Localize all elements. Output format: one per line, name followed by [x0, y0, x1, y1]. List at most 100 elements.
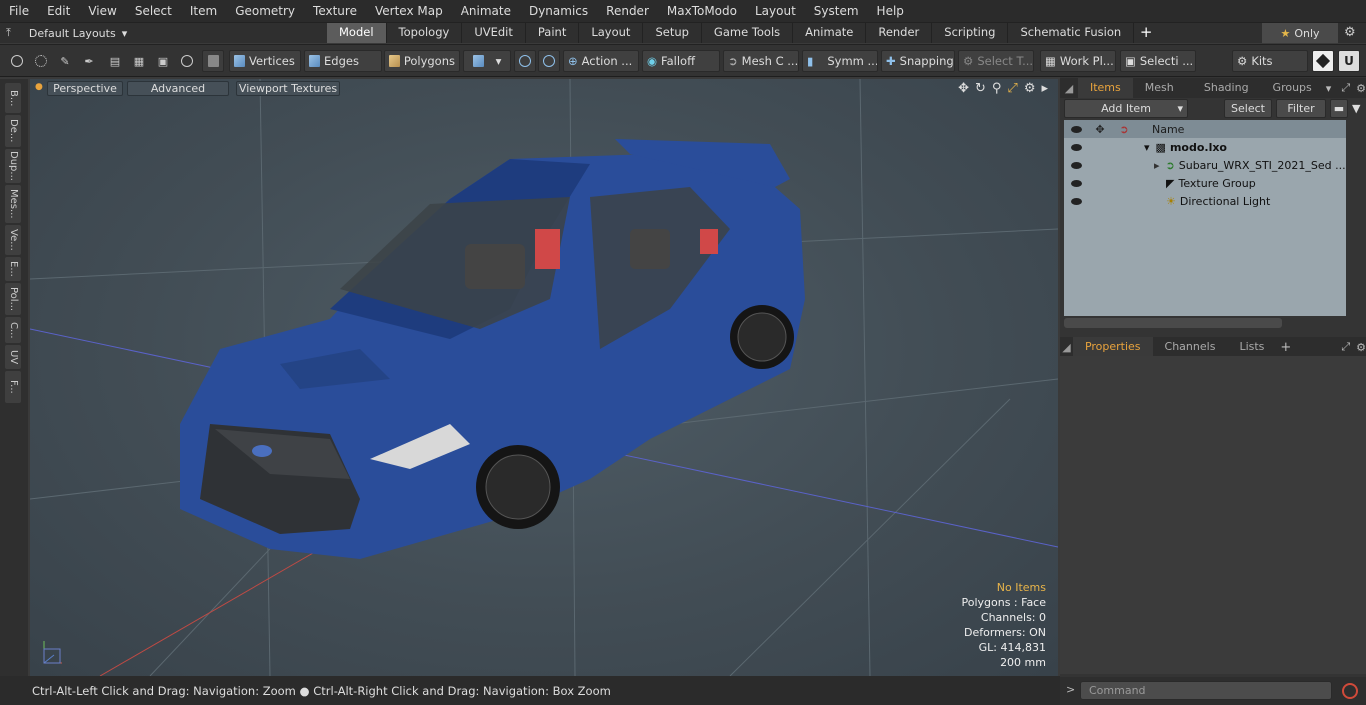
gear-icon[interactable]: ⚙ [1356, 82, 1366, 95]
chevron-down-icon[interactable]: ▾ [1326, 82, 1332, 95]
add-item-button[interactable]: Add Item ▾ [1064, 99, 1188, 118]
menu-vertex-map[interactable]: Vertex Map [366, 0, 452, 22]
eye-icon[interactable] [1064, 174, 1088, 192]
menu-view[interactable]: View [79, 0, 125, 22]
add-tab-icon[interactable]: + [1280, 340, 1291, 355]
collapse-icon[interactable]: ▬ [1330, 99, 1348, 118]
side-tab-uv[interactable]: UV [5, 345, 21, 369]
tab-shading[interactable]: Shading [1192, 78, 1261, 98]
tab-topology[interactable]: Topology [387, 23, 463, 43]
tab-lists[interactable]: Lists [1227, 337, 1276, 357]
clock-icon[interactable] [176, 50, 198, 72]
kits-button[interactable]: ⚙ Kits [1232, 50, 1308, 72]
menu-layout[interactable]: Layout [746, 0, 805, 22]
list-item-mesh[interactable]: ▸ ➲ Subaru_WRX_STI_2021_Sed ... [1064, 156, 1346, 174]
only-toggle[interactable]: ★ Only [1262, 23, 1338, 43]
action-button[interactable]: ⊕ Action ... [563, 50, 639, 72]
gear-icon[interactable]: ⚙ [1024, 81, 1036, 96]
menu-item[interactable]: Item [181, 0, 226, 22]
align-icon[interactable]: ▤ [104, 50, 126, 72]
tab-schematic-fusion[interactable]: Schematic Fusion [1008, 23, 1135, 43]
side-tab-deform[interactable]: De... [5, 115, 21, 147]
side-tab-vertex[interactable]: Ve... [5, 225, 21, 255]
tab-groups[interactable]: Groups [1261, 78, 1324, 98]
record-icon[interactable] [1342, 683, 1358, 699]
chevron-right-icon[interactable]: ▸ [1041, 81, 1048, 96]
vertices-button[interactable]: Vertices [229, 50, 301, 72]
search-icon[interactable]: ⚲ [992, 81, 1002, 96]
item-mode-icon[interactable] [202, 50, 224, 72]
falloff-button[interactable]: ◉ Falloff [642, 50, 720, 72]
side-tab-fusion[interactable]: F... [5, 371, 21, 403]
grid-icon[interactable]: ▦ [128, 50, 150, 72]
tab-items[interactable]: Items [1077, 78, 1133, 98]
list-item-directional-light[interactable]: ☀ Directional Light [1064, 192, 1346, 210]
add-tab-button[interactable]: + [1134, 23, 1158, 43]
tab-scripting[interactable]: Scripting [932, 23, 1009, 43]
list-item-scene[interactable]: ▾ ▩ modo.lxo [1064, 138, 1346, 156]
filter-button[interactable]: Filter [1276, 99, 1326, 118]
tab-layout[interactable]: Layout [579, 23, 644, 43]
list-item-texture-group[interactable]: ◤ Texture Group [1064, 174, 1346, 192]
tab-channels[interactable]: Channels [1153, 337, 1228, 357]
menu-animate[interactable]: Animate [452, 0, 520, 22]
material-mode-dropdown[interactable]: ▾ [463, 50, 511, 72]
expand-arrow-icon[interactable]: ▾ [1144, 141, 1150, 154]
move-icon[interactable]: ✥ [958, 81, 969, 96]
perspective-button[interactable]: Perspective [47, 81, 123, 96]
menu-geometry[interactable]: Geometry [226, 0, 304, 22]
tab-paint[interactable]: Paint [526, 23, 580, 43]
globe-icon[interactable] [30, 50, 52, 72]
eye-icon[interactable] [1064, 138, 1088, 156]
side-tab-duplicate[interactable]: Dup... [5, 149, 21, 183]
menu-maxtomodo[interactable]: MaxToModo [658, 0, 746, 22]
eye-icon[interactable] [1064, 156, 1088, 174]
symmetry-sphere-icon[interactable] [514, 50, 536, 72]
snapping-button[interactable]: ✚ Snapping [881, 50, 955, 72]
select-through-button[interactable]: ⚙ Select T... [958, 50, 1034, 72]
name-column-header[interactable]: Name [1152, 123, 1184, 136]
advanced-button[interactable]: Advanced [127, 81, 229, 96]
tab-model[interactable]: Model [327, 23, 387, 43]
select-button[interactable]: Select [1224, 99, 1272, 118]
brush-icon[interactable]: ✒ [78, 50, 100, 72]
menu-help[interactable]: Help [868, 0, 913, 22]
maximize-icon[interactable]: ⤢ [1007, 81, 1017, 96]
menu-system[interactable]: System [805, 0, 868, 22]
menu-file[interactable]: File [0, 0, 38, 22]
tab-setup[interactable]: Setup [643, 23, 702, 43]
layout-selector[interactable]: ⤒ Default Layouts ▾ [6, 23, 127, 43]
sphere-icon[interactable] [538, 50, 560, 72]
unity-icon[interactable] [1312, 50, 1334, 72]
command-input[interactable]: Command [1080, 681, 1332, 700]
mesh-constraint-button[interactable]: ➲ Mesh C ... [723, 50, 799, 72]
side-tab-mesh-edit[interactable]: Mes... [5, 185, 21, 223]
expand-icon[interactable]: ⤢ [1341, 340, 1350, 354]
tab-game-tools[interactable]: Game Tools [702, 23, 794, 43]
selection-sets-button[interactable]: ▣ Selecti ... [1120, 50, 1196, 72]
expand-icon[interactable]: ⤢ [1341, 81, 1350, 95]
filter-icon[interactable]: ▼ [1352, 99, 1366, 118]
polygons-button[interactable]: Polygons [384, 50, 460, 72]
3d-viewport[interactable]: ● Perspective Advanced Viewport Textures… [30, 79, 1058, 676]
menu-dynamics[interactable]: Dynamics [520, 0, 597, 22]
tab-properties[interactable]: Properties [1072, 337, 1153, 357]
side-tab-edge[interactable]: E... [5, 257, 21, 281]
select-circle-icon[interactable] [6, 50, 28, 72]
gear-icon[interactable]: ⚙ [1356, 341, 1366, 354]
unreal-icon[interactable]: U [1338, 50, 1360, 72]
panel-menu-icon[interactable]: ◢ [1060, 82, 1078, 95]
menu-texture[interactable]: Texture [304, 0, 366, 22]
work-plane-button[interactable]: ▦ Work Pl... [1040, 50, 1116, 72]
symmetry-button[interactable]: ▮ Symm ... [802, 50, 878, 72]
tab-animate[interactable]: Animate [793, 23, 867, 43]
panel-menu-icon[interactable]: ◢ [1060, 341, 1073, 354]
tab-uvedit[interactable]: UVEdit [462, 23, 526, 43]
horizontal-scrollbar[interactable] [1064, 318, 1282, 328]
menu-edit[interactable]: Edit [38, 0, 79, 22]
gear-icon[interactable]: ⚙ [1344, 26, 1358, 40]
viewport-textures-button[interactable]: Viewport Textures [236, 81, 340, 96]
frame-icon[interactable]: ▣ [152, 50, 174, 72]
eye-icon[interactable] [1064, 192, 1088, 210]
edges-button[interactable]: Edges [304, 50, 382, 72]
